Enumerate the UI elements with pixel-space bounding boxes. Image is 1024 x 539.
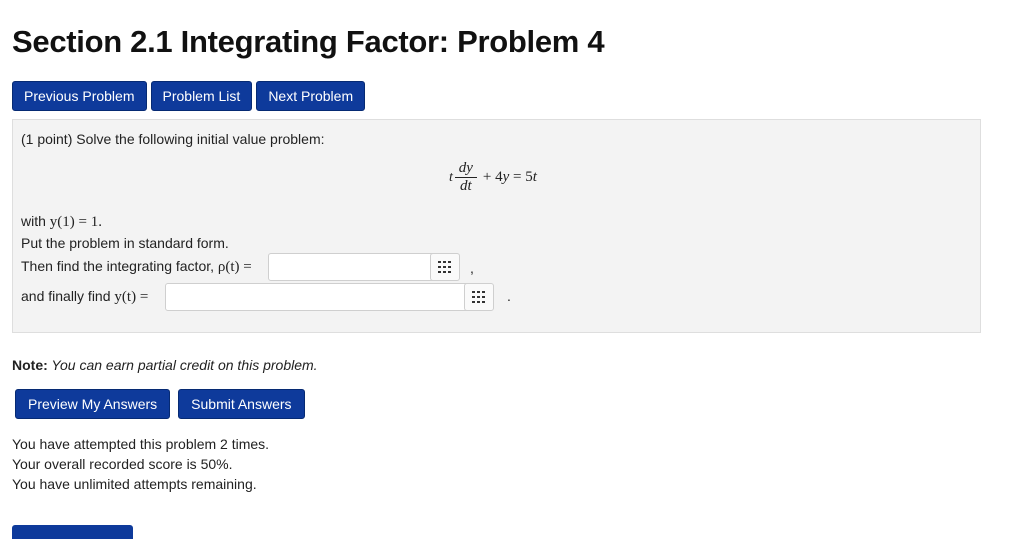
final-answer-input[interactable] <box>165 283 472 311</box>
previous-problem-button[interactable]: Previous Problem <box>12 81 147 111</box>
remaining-text: You have unlimited attempts remaining. <box>12 476 257 492</box>
integrating-factor-label: Then find the integrating factor, ρ(t) = <box>21 258 252 275</box>
equation-editor-grid-icon[interactable] <box>464 283 494 311</box>
final-answer-label: and finally find y(t) = <box>21 288 149 305</box>
problem-navigation: Previous Problem Problem List Next Probl… <box>12 81 366 111</box>
equation-editor-grid-icon[interactable] <box>430 253 460 281</box>
standard-form-instruction: Put the problem in standard form. <box>21 235 229 251</box>
note-text: You can earn partial credit on this prob… <box>47 357 318 373</box>
page-title: Section 2.1 Integrating Factor: Problem … <box>12 24 605 59</box>
problem-intro: (1 point) Solve the following initial va… <box>21 131 325 147</box>
fraction-denominator: dt <box>460 178 472 194</box>
derivative-fraction: dy dt <box>454 160 477 195</box>
integrating-factor-input[interactable] <box>268 253 456 281</box>
attempts-text: You have attempted this problem 2 times. <box>12 436 270 452</box>
next-problem-button[interactable]: Next Problem <box>256 81 366 111</box>
equation-coefficient: t <box>449 169 453 185</box>
integrating-factor-math: ρ(t) = <box>217 259 252 275</box>
equation-remainder: + 4y = 5t <box>482 169 537 185</box>
answer-actions: Preview My Answers Submit Answers <box>15 389 305 419</box>
note-label: Note: <box>12 357 48 373</box>
final-answer-period: . <box>507 288 511 304</box>
final-answer-math: y(t) = <box>114 289 149 305</box>
problem-panel: (1 point) Solve the following initial va… <box>12 119 981 333</box>
preview-answers-button[interactable]: Preview My Answers <box>15 389 171 419</box>
attempt-status: You have attempted this problem 2 times.… <box>12 434 269 494</box>
differential-equation: t dy dt + 4y = 5t <box>449 160 537 195</box>
bottom-button-partial[interactable] <box>12 525 133 539</box>
integrating-factor-comma: , <box>470 260 474 276</box>
score-text: Your overall recorded score is 50%. <box>12 456 233 472</box>
partial-credit-note: Note: You can earn partial credit on thi… <box>12 357 318 373</box>
fraction-numerator: dy <box>458 160 473 176</box>
initial-condition-math: y(1) = 1. <box>49 214 102 230</box>
initial-condition: with y(1) = 1. <box>21 213 102 230</box>
submit-answers-button[interactable]: Submit Answers <box>178 389 305 419</box>
problem-list-button[interactable]: Problem List <box>150 81 253 111</box>
